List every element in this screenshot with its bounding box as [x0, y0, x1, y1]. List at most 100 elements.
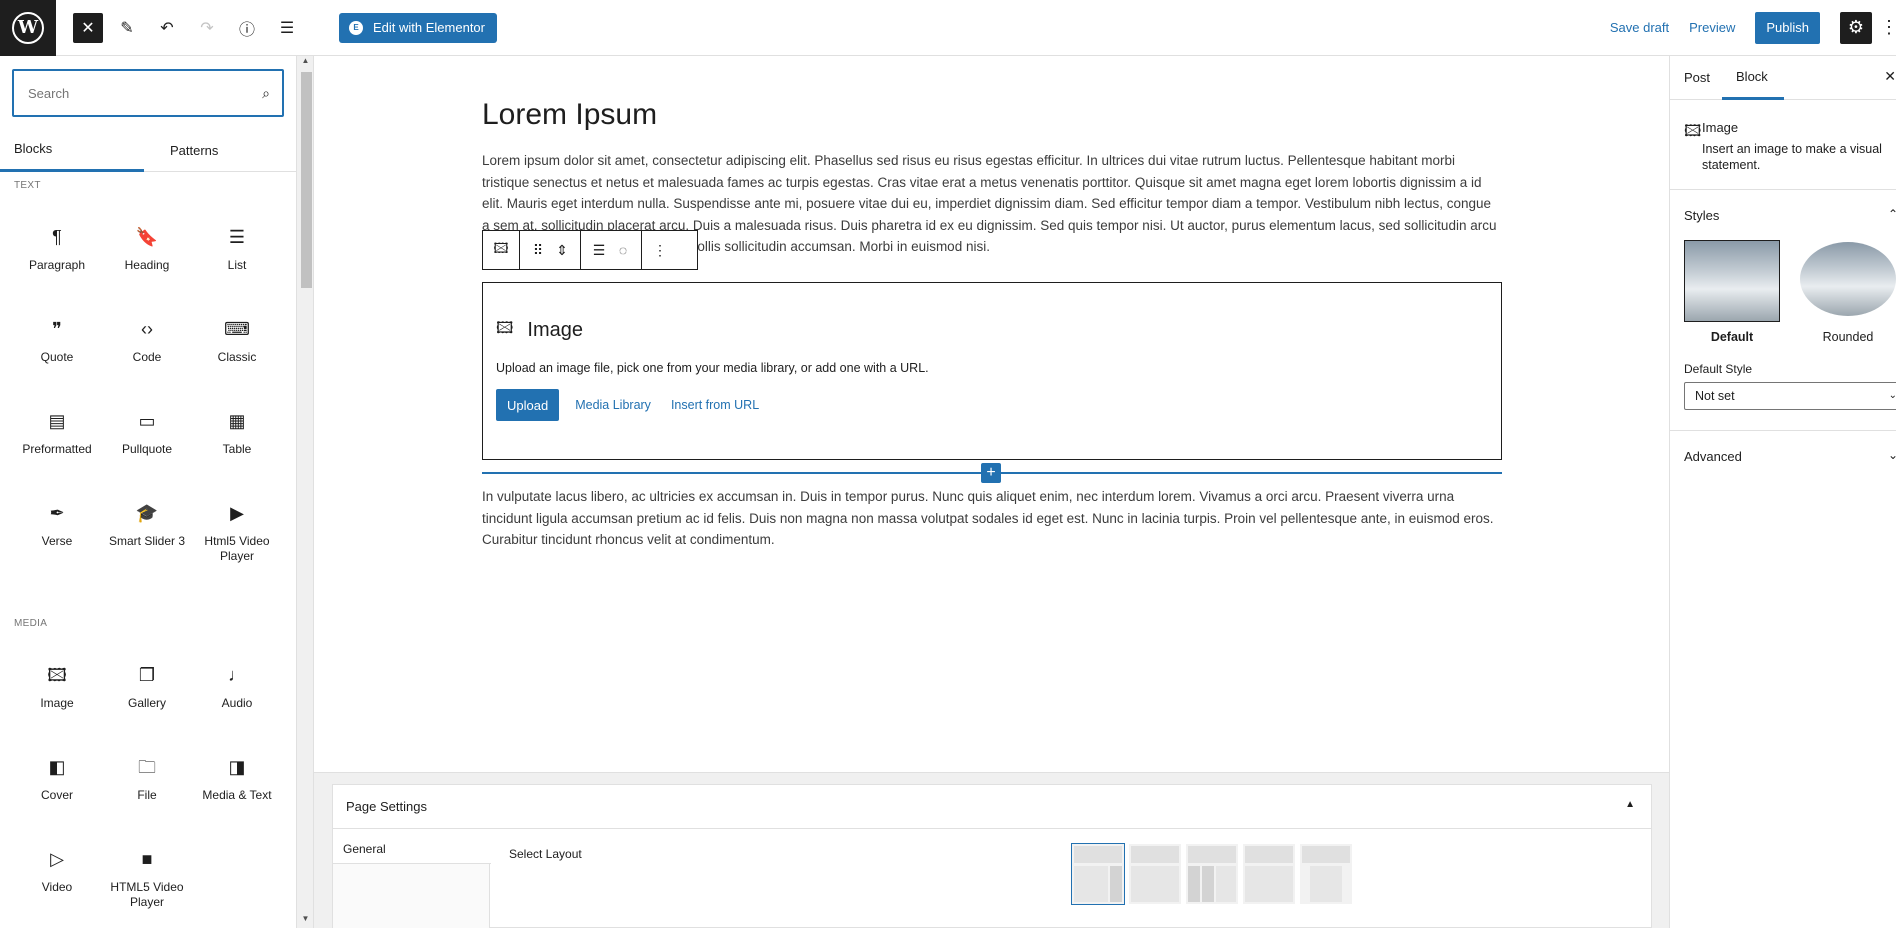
layout-option-no-sidebar[interactable]: [1242, 843, 1296, 905]
scroll-up-arrow-icon[interactable]: ▲: [299, 56, 312, 70]
layout-option-right-sidebar[interactable]: [1071, 843, 1125, 905]
chevron-up-icon: ⌃: [1888, 207, 1896, 221]
block-label: Quote: [40, 350, 74, 364]
add-block-plus-icon[interactable]: +: [981, 463, 1001, 483]
block-pullquote[interactable]: ▭ Pullquote: [102, 388, 192, 480]
block-verse[interactable]: ✒ Verse: [12, 480, 102, 572]
video-camera-icon: ■: [141, 849, 153, 869]
post-title[interactable]: Lorem Ipsum: [482, 98, 657, 132]
list-icon: ☰: [228, 227, 246, 247]
close-sidebar-icon[interactable]: ✕: [1884, 68, 1896, 85]
page-settings-nav: General: [333, 829, 491, 928]
scroll-down-arrow-icon[interactable]: ▼: [299, 914, 312, 928]
more-options-icon[interactable]: ⋮: [1880, 17, 1896, 38]
category-title-text: TEXT: [14, 180, 41, 191]
upload-button[interactable]: Upload: [496, 389, 560, 421]
block-cover[interactable]: ◧ Cover: [12, 734, 102, 826]
block-quote[interactable]: ❞ Quote: [12, 296, 102, 388]
media-library-button[interactable]: Media Library: [575, 398, 651, 412]
block-search-field[interactable]: ⌕: [12, 69, 284, 117]
block-audio[interactable]: ♩ Audio: [192, 642, 282, 734]
block-label: Code: [132, 350, 162, 364]
block-gallery[interactable]: ❐ Gallery: [102, 642, 192, 734]
drag-handle-icon[interactable]: ⠿: [526, 242, 550, 259]
block-video[interactable]: ▷ Video: [12, 826, 102, 918]
block-media-text[interactable]: ◨ Media & Text: [192, 734, 282, 826]
block-preformatted[interactable]: ▤ Preformatted: [12, 388, 102, 480]
block-smart-slider[interactable]: 🎓 Smart Slider 3: [102, 480, 192, 572]
block-styles-list: Default Rounded: [1670, 240, 1896, 344]
list-view-icon[interactable]: ☰: [271, 12, 303, 44]
advanced-panel-title: Advanced: [1684, 448, 1742, 464]
undo-icon[interactable]: ↶: [151, 12, 183, 44]
block-table[interactable]: ▦ Table: [192, 388, 282, 480]
wordpress-logo-button[interactable]: W: [0, 0, 56, 56]
default-style-value: Not set: [1695, 389, 1735, 403]
block-classic[interactable]: ⌨ Classic: [192, 296, 282, 388]
style-name-rounded: Rounded: [1822, 330, 1874, 344]
details-info-icon[interactable]: ⓘ: [231, 12, 263, 44]
block-code[interactable]: ‹› Code: [102, 296, 192, 388]
tab-blocks[interactable]: Blocks: [0, 128, 144, 172]
advanced-panel-toggle[interactable]: Advanced ⌄: [1670, 431, 1896, 481]
publish-button[interactable]: Publish: [1755, 11, 1820, 44]
block-file[interactable]: 🗀 File: [102, 734, 192, 826]
image-block-placeholder[interactable]: 🖾 Image Upload an image file, pick one f…: [482, 282, 1502, 460]
preformatted-icon: ▤: [48, 411, 66, 431]
image-transform-icon[interactable]: 🖾: [489, 238, 513, 262]
move-up-down-icon[interactable]: ⇕: [550, 242, 574, 259]
settings-gear-icon[interactable]: ⚙: [1840, 11, 1872, 44]
edit-with-elementor-button[interactable]: E Edit with Elementor: [339, 12, 497, 43]
sidebar-tabs: Post Block ✕: [1670, 56, 1896, 100]
edit-pencil-icon[interactable]: ✎: [111, 12, 143, 44]
save-draft-button[interactable]: Save draft: [1610, 20, 1669, 35]
block-search-input[interactable]: [26, 84, 263, 102]
toolbar-transform-group: 🖾: [483, 231, 520, 269]
style-preview-default: [1684, 240, 1780, 322]
tab-post[interactable]: Post: [1670, 56, 1722, 100]
insert-from-url-button[interactable]: Insert from URL: [671, 398, 759, 412]
quote-icon: ❞: [52, 319, 62, 339]
block-html5-video-player-media[interactable]: ■ HTML5 Video Player: [102, 826, 192, 918]
paragraph-block-2[interactable]: In vulputate lacus libero, ac ultricies …: [482, 486, 1502, 551]
page-settings-header[interactable]: Page Settings ▲: [333, 785, 1651, 829]
style-option-default[interactable]: Default: [1684, 240, 1780, 344]
collapse-toggle-icon[interactable]: ▲: [1625, 799, 1635, 810]
block-label: Cover: [40, 788, 73, 802]
video-icon: ▷: [50, 849, 64, 869]
block-paragraph[interactable]: ¶ Paragraph: [12, 204, 102, 296]
close-inserter-button[interactable]: ✕: [73, 12, 103, 43]
image-block-instructions: Upload an image file, pick one from your…: [496, 361, 929, 375]
block-card-title: Image: [1702, 120, 1739, 135]
wordpress-icon: W: [12, 11, 44, 44]
layout-option-centered[interactable]: [1299, 843, 1353, 905]
default-style-select[interactable]: Not set ⌄: [1684, 382, 1896, 410]
toolbar-align-group: ☰ ◌: [581, 231, 642, 269]
preview-button[interactable]: Preview: [1689, 20, 1735, 35]
block-label: Media & Text: [202, 788, 272, 802]
tab-patterns[interactable]: Patterns: [144, 128, 288, 172]
edit-with-elementor-label: Edit with Elementor: [373, 20, 485, 35]
style-name-default: Default: [1710, 330, 1754, 344]
block-heading[interactable]: 🔖 Heading: [102, 204, 192, 296]
heading-icon: 🔖: [135, 227, 159, 247]
block-list[interactable]: ☰ List: [192, 204, 282, 296]
style-option-rounded[interactable]: Rounded: [1800, 240, 1896, 344]
align-icon[interactable]: ☰: [587, 242, 611, 259]
layout-option-two-sidebars[interactable]: [1185, 843, 1239, 905]
block-image[interactable]: 🖾 Image: [12, 642, 102, 734]
code-icon: ‹›: [141, 319, 153, 339]
styles-panel-title: Styles: [1684, 207, 1720, 223]
nav-item-general[interactable]: General: [333, 829, 491, 864]
duotone-icon[interactable]: ◌: [611, 242, 635, 258]
block-card-description: Insert an image to make a visual stateme…: [1702, 142, 1882, 172]
block-options-icon[interactable]: ⋮: [648, 242, 672, 259]
styles-panel-toggle[interactable]: Styles ⌃: [1670, 190, 1896, 240]
toolbar-move-group: ⠿ ⇕: [520, 231, 581, 269]
layout-option-full-width[interactable]: [1128, 843, 1182, 905]
block-toolbar: 🖾 ⠿ ⇕ ☰ ◌ ⋮: [482, 230, 698, 270]
redo-icon[interactable]: ↷: [191, 12, 223, 44]
block-html5-video-player[interactable]: ▶ Html5 Video Player: [192, 480, 282, 572]
inserter-scrollbar-thumb[interactable]: [301, 72, 312, 288]
tab-block[interactable]: Block: [1722, 56, 1784, 100]
